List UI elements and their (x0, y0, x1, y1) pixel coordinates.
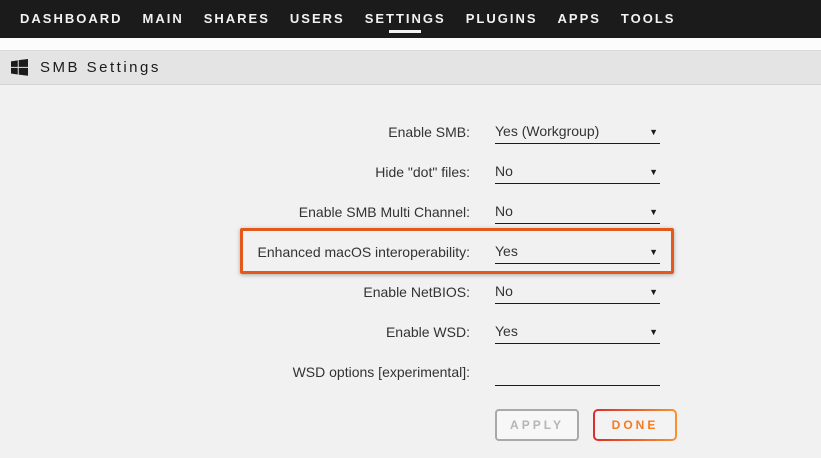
chevron-down-icon: ▼ (649, 285, 658, 299)
chevron-down-icon: ▼ (649, 245, 658, 259)
enable-netbios-label: Enable NetBIOS: (0, 271, 470, 300)
form-row-macos-interoperability: Enhanced macOS interoperability: Yes ▼ (0, 231, 821, 271)
chevron-down-icon: ▼ (649, 205, 658, 219)
apply-button[interactable]: APPLY (495, 409, 579, 441)
smb-multi-channel-value: No (495, 203, 513, 219)
nav-item-users[interactable]: USERS (280, 0, 355, 38)
enable-wsd-select[interactable]: Yes ▼ (495, 311, 660, 344)
nav-item-settings[interactable]: SETTINGS (355, 0, 456, 38)
form-row-wsd-options: WSD options [experimental]: (0, 351, 821, 391)
form-row-smb-multi-channel: Enable SMB Multi Channel: No ▼ (0, 191, 821, 231)
form-row-hide-dot-files: Hide "dot" files: No ▼ (0, 151, 821, 191)
nav-item-shares[interactable]: SHARES (194, 0, 280, 38)
done-button-label: DONE (595, 411, 675, 439)
nav-item-plugins[interactable]: PLUGINS (456, 0, 548, 38)
hide-dot-files-value: No (495, 163, 513, 179)
windows-logo-icon (11, 59, 28, 76)
form-row-enable-wsd: Enable WSD: Yes ▼ (0, 311, 821, 351)
enable-smb-select[interactable]: Yes (Workgroup) ▼ (495, 111, 660, 144)
page-title: SMB Settings (40, 59, 161, 76)
enable-wsd-value: Yes (495, 323, 518, 339)
section-header: SMB Settings (0, 50, 821, 85)
hide-dot-files-select[interactable]: No ▼ (495, 151, 660, 184)
form-buttons: APPLY DONE (495, 409, 821, 441)
enable-netbios-value: No (495, 283, 513, 299)
macos-interoperability-label: Enhanced macOS interoperability: (0, 231, 470, 260)
nav-item-dashboard[interactable]: DASHBOARD (10, 0, 133, 38)
nav-item-apps[interactable]: APPS (548, 0, 611, 38)
enable-netbios-select[interactable]: No ▼ (495, 271, 660, 304)
form-row-enable-smb: Enable SMB: Yes (Workgroup) ▼ (0, 111, 821, 151)
smb-settings-form: Enable SMB: Yes (Workgroup) ▼ Hide "dot"… (0, 85, 821, 441)
enable-wsd-label: Enable WSD: (0, 311, 470, 340)
wsd-options-input[interactable] (495, 351, 660, 386)
enable-smb-label: Enable SMB: (0, 111, 470, 140)
chevron-down-icon: ▼ (649, 125, 658, 139)
smb-multi-channel-label: Enable SMB Multi Channel: (0, 191, 470, 220)
hide-dot-files-label: Hide "dot" files: (0, 151, 470, 180)
form-row-enable-netbios: Enable NetBIOS: No ▼ (0, 271, 821, 311)
enable-smb-value: Yes (Workgroup) (495, 123, 599, 139)
nav-item-main[interactable]: MAIN (133, 0, 194, 38)
done-button[interactable]: DONE (593, 409, 677, 441)
macos-interoperability-value: Yes (495, 243, 518, 259)
smb-multi-channel-select[interactable]: No ▼ (495, 191, 660, 224)
nav-header-gap (0, 38, 821, 50)
chevron-down-icon: ▼ (649, 325, 658, 339)
macos-interoperability-select[interactable]: Yes ▼ (495, 231, 660, 264)
nav-item-tools[interactable]: TOOLS (611, 0, 686, 38)
top-navbar: DASHBOARD MAIN SHARES USERS SETTINGS PLU… (0, 0, 821, 38)
wsd-options-label: WSD options [experimental]: (0, 351, 470, 380)
chevron-down-icon: ▼ (649, 165, 658, 179)
